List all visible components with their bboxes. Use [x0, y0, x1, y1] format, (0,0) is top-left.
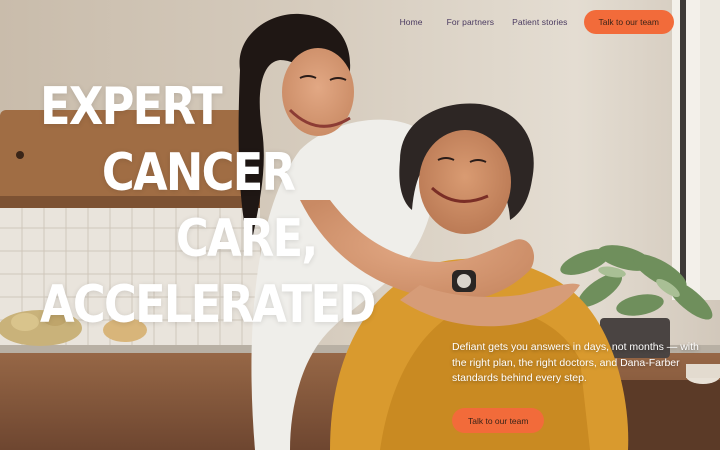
nav-link-patient-stories[interactable]: Patient stories: [512, 17, 567, 27]
headline-line-1: EXPERT: [40, 77, 223, 137]
top-nav: Home For partners Patient stories Talk t…: [400, 10, 674, 34]
hero-headline: EXPERT CANCER CARE, ACCELERATED: [40, 74, 376, 338]
headline-line-4: ACCELERATED: [40, 275, 376, 335]
headline-line-3: CARE,: [175, 209, 319, 269]
hero-talk-to-team-button[interactable]: Talk to our team: [452, 408, 545, 433]
headline-line-2: CANCER: [101, 143, 296, 203]
hero-subtext: Defiant gets you answers in days, not mo…: [452, 341, 699, 384]
nav-link-home[interactable]: Home: [400, 17, 423, 27]
nav-link-for-partners[interactable]: For partners: [447, 17, 495, 27]
hero-section: Home For partners Patient stories Talk t…: [0, 0, 720, 450]
talk-to-team-button[interactable]: Talk to our team: [583, 10, 674, 34]
